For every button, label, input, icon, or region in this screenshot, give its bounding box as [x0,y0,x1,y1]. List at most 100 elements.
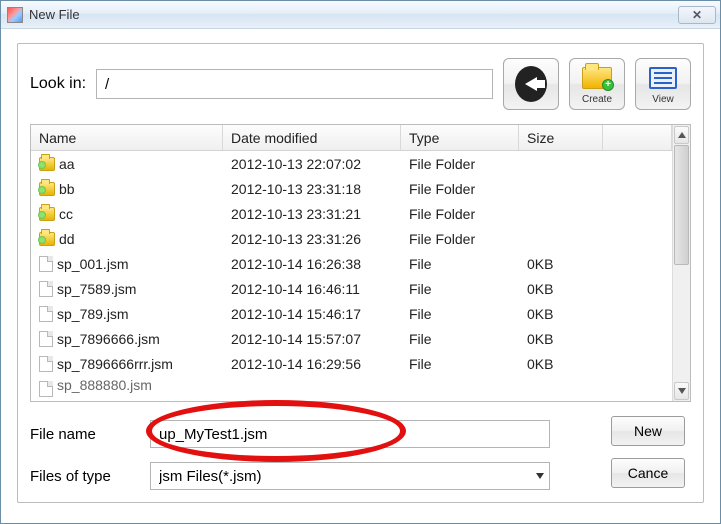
window-title: New File [29,7,678,22]
file-size: 0KB [519,354,603,374]
file-size: 0KB [519,329,603,349]
file-list: Name Date modified Type Size aa 2012-10-1… [30,124,691,402]
window-close-button[interactable]: ✕ [678,6,716,24]
bottom-panel: File name Files of type New Cance [30,420,691,490]
look-in-input[interactable] [96,69,493,99]
file-icon [39,256,53,272]
table-row[interactable]: aa 2012-10-13 22:07:02File Folder [31,151,672,176]
cancel-button[interactable]: Cance [611,458,685,488]
file-name: sp_7589.jsm [57,281,136,297]
table-row[interactable]: cc 2012-10-13 23:31:21File Folder [31,201,672,226]
view-button-label: View [652,94,674,105]
column-size[interactable]: Size [519,125,603,150]
table-row[interactable]: sp_7589.jsm 2012-10-14 16:46:11File0KB [31,276,672,301]
file-type: File Folder [401,229,519,249]
file-date: 2012-10-14 15:46:17 [223,304,401,324]
filetype-label: Files of type [30,468,140,485]
folder-create-icon: + [581,63,613,93]
table-row[interactable]: sp_7896666.jsm 2012-10-14 15:57:07File0KB [31,326,672,351]
filetype-input[interactable] [150,462,550,490]
create-button-label: Create [582,94,612,105]
back-button[interactable] [503,58,559,110]
dialog-content: Look in: + Create View [1,29,720,515]
file-icon [39,306,53,322]
file-icon [39,331,53,347]
folder-icon [39,157,55,171]
view-list-icon [647,63,679,93]
top-row: Look in: + Create View [30,58,691,110]
column-headers: Name Date modified Type Size [31,125,672,151]
folder-icon [39,232,55,246]
chevron-down-icon [678,388,686,394]
file-type: File [401,304,519,324]
table-row[interactable]: dd 2012-10-13 23:31:26File Folder [31,226,672,251]
table-row[interactable]: sp_888880.jsm2012-10-14 15:59:44File0KB [31,376,672,401]
file-icon [39,356,53,372]
file-size [519,212,603,216]
file-type: File Folder [401,179,519,199]
file-name: cc [59,206,73,222]
file-name: sp_7896666rrr.jsm [57,356,173,372]
filename-input[interactable] [150,420,550,448]
folder-icon [39,207,55,221]
file-name: sp_001.jsm [57,256,129,272]
file-name: sp_7896666.jsm [57,331,160,347]
file-date: 2012-10-13 23:31:26 [223,229,401,249]
file-name: bb [59,181,75,197]
column-spacer [603,125,672,150]
column-name[interactable]: Name [31,125,223,150]
filename-row: File name [30,420,691,448]
file-type: File Folder [401,154,519,174]
scrollbar[interactable] [672,125,690,401]
file-date: 2012-10-14 16:46:11 [223,279,401,299]
file-icon [39,281,53,297]
file-name: aa [59,156,75,172]
file-size: 0KB [519,304,603,324]
column-type[interactable]: Type [401,125,519,150]
file-size [519,237,603,241]
file-date: 2012-10-13 23:31:18 [223,179,401,199]
file-type: File [401,279,519,299]
table-row[interactable]: sp_001.jsm 2012-10-14 16:26:38File0KB [31,251,672,276]
file-type: File Folder [401,204,519,224]
file-date: 2012-10-14 15:57:07 [223,329,401,349]
titlebar: New File ✕ [1,1,720,29]
file-size [519,187,603,191]
scroll-down-button[interactable] [674,382,689,400]
chevron-up-icon [678,132,686,138]
table-row[interactable]: sp_7896666rrr.jsm 2012-10-14 16:29:56File… [31,351,672,376]
filetype-row: Files of type [30,462,691,490]
look-in-label: Look in: [30,75,86,93]
file-type: File [401,254,519,274]
file-date: 2012-10-13 22:07:02 [223,154,401,174]
create-button[interactable]: + Create [569,58,625,110]
chevron-down-icon [536,473,544,479]
close-icon: ✕ [692,8,702,22]
filetype-dropdown-button[interactable] [532,466,548,486]
file-date: 2012-10-13 23:31:21 [223,204,401,224]
file-date: 2012-10-14 16:29:56 [223,354,401,374]
table-row[interactable]: sp_789.jsm 2012-10-14 15:46:17File0KB [31,301,672,326]
back-icon [515,69,547,99]
table-row[interactable]: bb 2012-10-13 23:31:18File Folder [31,176,672,201]
file-size [519,162,603,166]
file-size: 0KB [519,279,603,299]
filename-label: File name [30,426,140,443]
column-date[interactable]: Date modified [223,125,401,150]
new-button[interactable]: New [611,416,685,446]
scroll-track[interactable] [673,145,690,381]
file-type: File [401,354,519,374]
file-type: File [401,329,519,349]
scroll-up-button[interactable] [674,126,689,144]
filetype-combo[interactable] [150,462,550,490]
scroll-thumb[interactable] [674,145,689,265]
view-button[interactable]: View [635,58,691,110]
file-date: 2012-10-14 16:26:38 [223,254,401,274]
file-name: sp_888880.jsm [57,379,152,393]
file-name: sp_789.jsm [57,306,129,322]
file-name: dd [59,231,75,247]
file-size: 0KB [519,254,603,274]
file-icon [39,381,53,397]
folder-icon [39,182,55,196]
app-icon [7,7,23,23]
